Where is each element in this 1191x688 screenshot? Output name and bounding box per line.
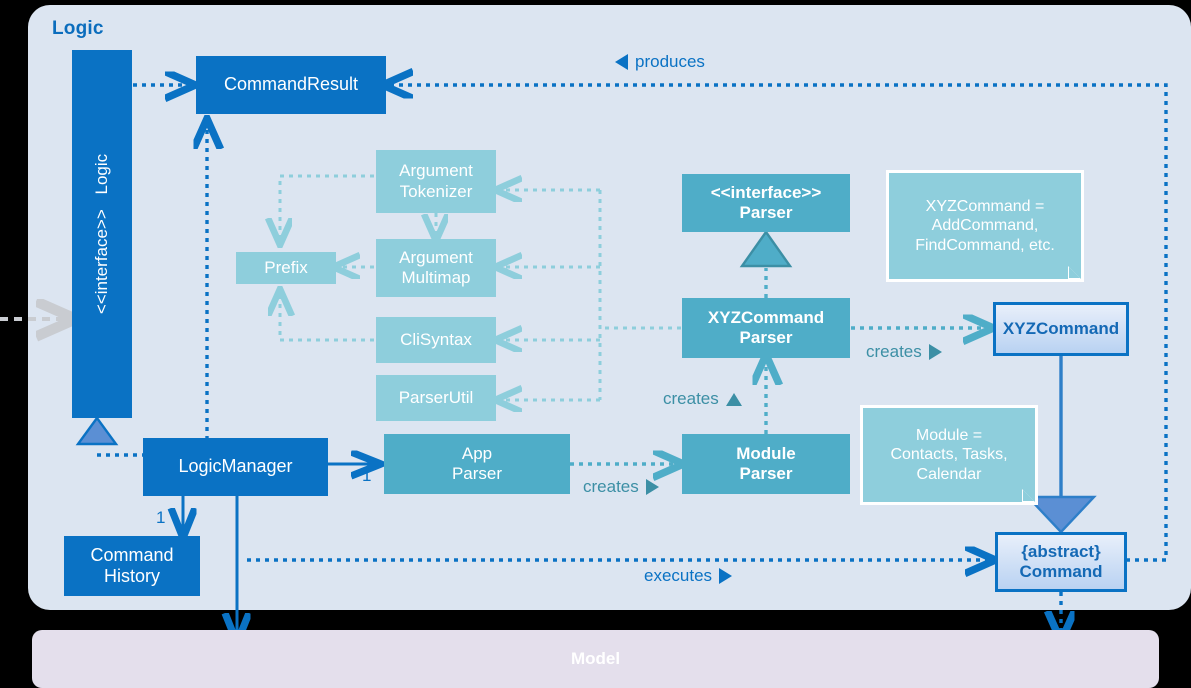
- parser-interface-name: Parser: [739, 203, 793, 222]
- class-parser-interface[interactable]: <<interface>> Parser: [682, 174, 850, 232]
- argument-tokenizer-line1: Argument: [399, 161, 473, 181]
- edge-label-executes: executes: [644, 566, 733, 586]
- multiplicity-command-history-value: 1: [156, 508, 166, 527]
- edge-label-produces: produces: [615, 52, 705, 72]
- command-history-line2: History: [103, 566, 160, 586]
- app-parser-line1: App: [461, 443, 493, 463]
- executes-text: executes: [644, 566, 713, 585]
- parser-util-label: ParserUtil: [398, 387, 474, 407]
- multiplicity-app-parser: 1: [362, 466, 371, 486]
- logic-interface-name: Logic: [92, 153, 111, 195]
- class-logic-manager[interactable]: LogicManager: [143, 438, 328, 496]
- edge-label-creates-xyz: creates: [866, 342, 942, 362]
- class-module-parser[interactable]: Module Parser: [682, 434, 850, 494]
- class-prefix[interactable]: Prefix: [236, 252, 336, 284]
- prefix-label: Prefix: [264, 257, 308, 277]
- note-module-line2: Contacts, Tasks,: [890, 446, 1008, 464]
- triangle-right-icon: [645, 479, 659, 495]
- class-argument-tokenizer[interactable]: Argument Tokenizer: [376, 150, 496, 213]
- note-fold-inner-icon: [1069, 267, 1080, 278]
- model-package-bar[interactable]: Model: [32, 630, 1159, 688]
- class-argument-multimap[interactable]: Argument Multimap: [376, 239, 496, 297]
- note-module: Module = Contacts, Tasks, Calendar: [860, 405, 1038, 505]
- multiplicity-command-history: 1: [156, 508, 165, 528]
- abstract-command-line2: Command: [1019, 562, 1103, 581]
- logic-manager-label: LogicManager: [178, 456, 293, 477]
- xyz-command-label: XYZCommand: [1002, 318, 1120, 338]
- note-module-line3: Calendar: [916, 465, 982, 483]
- class-command-history[interactable]: Command History: [64, 536, 200, 596]
- creates-app-module-text: creates: [583, 477, 639, 496]
- note-module-line1: Module =: [915, 426, 983, 444]
- cli-syntax-label: CliSyntax: [400, 329, 472, 349]
- note-xyz-command: XYZCommand = AddCommand, FindCommand, et…: [886, 170, 1084, 282]
- triangle-up-icon: [725, 392, 742, 406]
- class-parser-util[interactable]: ParserUtil: [376, 375, 496, 421]
- note-fold-inner-icon: [1023, 490, 1034, 501]
- model-label: Model: [570, 649, 621, 668]
- diagram-canvas: CommandResult --> CommandResult (vertica…: [0, 0, 1191, 688]
- multiplicity-app-parser-value: 1: [362, 466, 372, 485]
- xyz-command-parser-line2: Parser: [739, 328, 793, 347]
- class-app-parser[interactable]: App Parser: [384, 434, 570, 494]
- argument-multimap-line2: Multimap: [401, 268, 471, 287]
- command-result-label: CommandResult: [223, 74, 359, 95]
- class-abstract-command[interactable]: {abstract} Command: [995, 532, 1127, 592]
- edge-label-creates-parser: creates: [663, 389, 742, 409]
- logic-interface-text: <<interface>> Logic: [92, 154, 112, 314]
- module-parser-line1: Module: [736, 443, 796, 463]
- class-logic-interface[interactable]: <<interface>> Logic: [72, 50, 132, 418]
- logic-interface-stereotype: <<interface>>: [92, 209, 111, 315]
- triangle-right-icon: [928, 344, 942, 360]
- app-parser-line2: Parser: [451, 464, 503, 483]
- class-cli-syntax[interactable]: CliSyntax: [376, 317, 496, 363]
- class-command-result[interactable]: CommandResult: [196, 56, 386, 114]
- class-xyz-command-parser[interactable]: XYZCommand Parser: [682, 298, 850, 358]
- xyz-command-parser-line1: XYZCommand: [707, 307, 825, 327]
- package-title: Logic: [52, 18, 104, 39]
- triangle-right-icon: [719, 568, 733, 584]
- class-xyz-command[interactable]: XYZCommand: [993, 302, 1129, 356]
- command-history-line1: Command: [90, 544, 174, 565]
- creates-parser-text: creates: [663, 389, 719, 408]
- argument-tokenizer-line2: Tokenizer: [399, 181, 473, 201]
- note-xyz-line1: XYZCommand =: [925, 197, 1045, 215]
- abstract-command-line1: {abstract}: [1021, 541, 1101, 561]
- note-xyz-line2: AddCommand,: [931, 217, 1039, 235]
- creates-xyz-text: creates: [866, 342, 922, 361]
- parser-interface-stereotype: <<interface>>: [710, 182, 822, 202]
- argument-multimap-line1: Argument: [399, 247, 473, 267]
- triangle-left-icon: [615, 54, 628, 70]
- edge-label-creates-app-module: creates: [583, 477, 659, 497]
- note-xyz-line3: FindCommand, etc.: [915, 236, 1055, 254]
- produces-text: produces: [635, 52, 705, 71]
- module-parser-line2: Parser: [739, 464, 793, 483]
